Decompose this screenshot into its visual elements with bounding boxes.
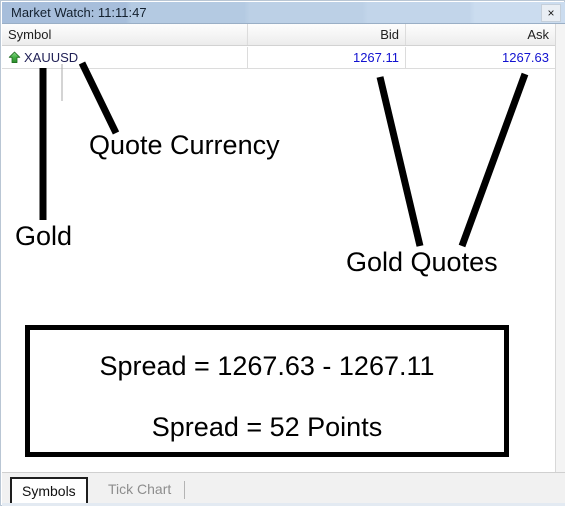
table-row[interactable]: XAUUSD 1267.11 1267.63 bbox=[2, 47, 555, 69]
cell-symbol[interactable]: XAUUSD bbox=[2, 47, 246, 68]
spread-formula-line: Spread = 1267.63 - 1267.11 bbox=[99, 351, 435, 381]
tab-symbols[interactable]: Symbols bbox=[10, 477, 88, 505]
window-titlebar[interactable]: Market Watch: 11:11:47 × bbox=[2, 2, 565, 24]
tab-tick-chart[interactable]: Tick Chart bbox=[98, 477, 181, 503]
annotation-quote-currency: Quote Currency bbox=[89, 130, 280, 160]
column-header-symbol[interactable]: Symbol bbox=[2, 24, 246, 45]
column-header-ask[interactable]: Ask bbox=[405, 24, 555, 45]
symbol-label: XAUUSD bbox=[24, 50, 79, 65]
market-watch-table-header: Symbol Bid Ask bbox=[2, 24, 555, 46]
annotation-gold-quotes: Gold Quotes bbox=[346, 247, 498, 277]
bottom-tabstrip: Symbols Tick Chart bbox=[2, 472, 565, 506]
cell-bid[interactable]: 1267.11 bbox=[247, 47, 405, 68]
spread-callout-box: Spread = 1267.63 - 1267.11 Spread = 52 P… bbox=[25, 325, 509, 457]
market-watch-screenshot: Market Watch: 11:11:47 × Symbol Bid Ask bbox=[0, 0, 565, 506]
window-right-gutter bbox=[555, 24, 565, 472]
column-header-bid[interactable]: Bid bbox=[247, 24, 405, 45]
cell-ask[interactable]: 1267.63 bbox=[405, 47, 555, 68]
annotation-gold: Gold bbox=[15, 221, 73, 251]
spread-result-line: Spread = 52 Points bbox=[151, 412, 383, 442]
close-icon: × bbox=[547, 6, 555, 20]
window-title: Market Watch: 11:11:47 bbox=[11, 5, 147, 20]
green-up-arrow-icon bbox=[8, 51, 21, 64]
tab-divider bbox=[184, 481, 185, 499]
close-button[interactable]: × bbox=[541, 4, 561, 22]
market-watch-window: Market Watch: 11:11:47 × Symbol Bid Ask bbox=[0, 0, 565, 506]
